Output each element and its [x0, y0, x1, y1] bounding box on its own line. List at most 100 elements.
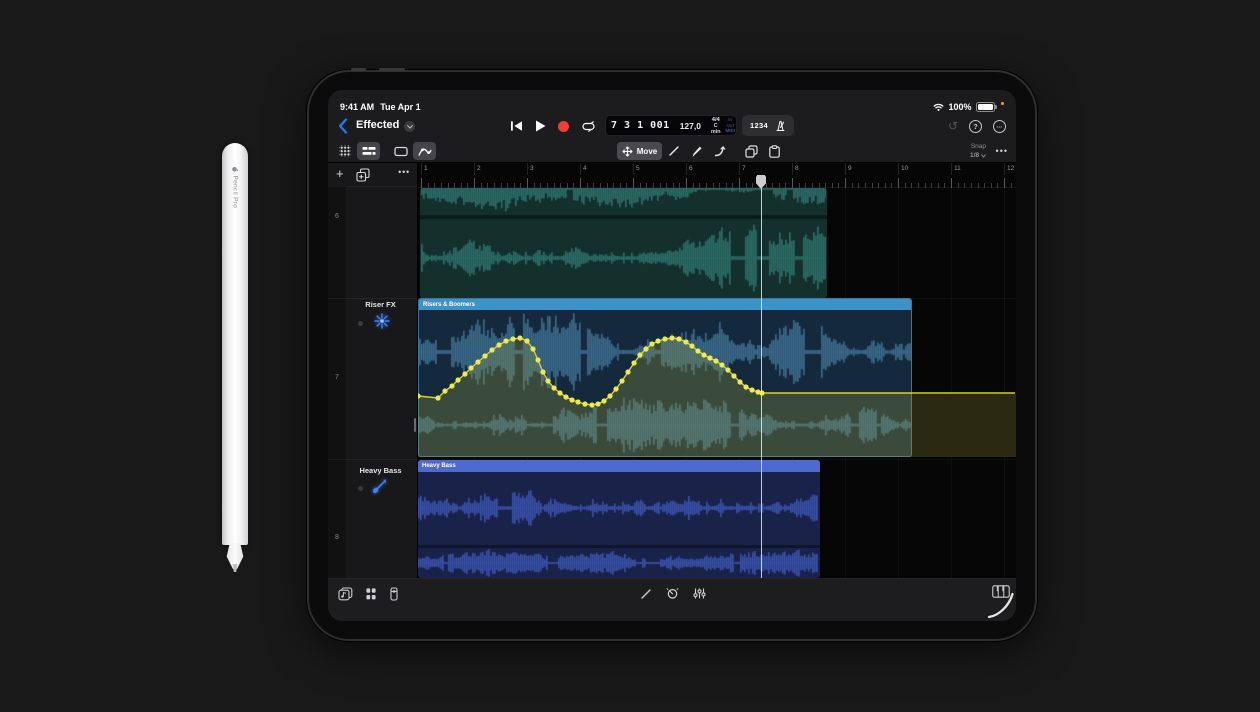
automation-point[interactable]: [530, 346, 535, 351]
automation-button[interactable]: [413, 142, 436, 160]
curve-tool-button[interactable]: [708, 142, 731, 160]
region-inspector-button[interactable]: [389, 142, 412, 160]
automation-point[interactable]: [462, 371, 467, 376]
snap-label: Snap: [970, 143, 986, 152]
record-enable-dot[interactable]: [358, 321, 363, 326]
edit-tool-button[interactable]: [640, 588, 652, 600]
snap-setting[interactable]: Snap 1/8: [970, 143, 986, 160]
automation-point[interactable]: [557, 390, 562, 395]
automation-point[interactable]: [449, 383, 454, 388]
automation-point[interactable]: [707, 355, 712, 360]
tracks-view-button[interactable]: [357, 142, 380, 160]
corner-swipe-indicator: [986, 590, 1016, 620]
automation-point[interactable]: [731, 373, 736, 378]
automation-point[interactable]: [607, 393, 612, 398]
automation-point[interactable]: [582, 401, 587, 406]
mixer-button[interactable]: [693, 587, 706, 600]
automation-point[interactable]: [569, 397, 574, 402]
automation-point[interactable]: [545, 378, 550, 383]
automation-point[interactable]: [643, 346, 648, 351]
automation-point[interactable]: [482, 353, 487, 358]
line-tool-button[interactable]: [662, 142, 685, 160]
automation-point[interactable]: [589, 402, 594, 407]
record-enable-dot[interactable]: [358, 486, 363, 491]
mic-indicator-dot: [1001, 102, 1005, 106]
help-button[interactable]: ?: [969, 120, 982, 133]
automation-point[interactable]: [475, 359, 480, 364]
loop-browser-button[interactable]: [338, 587, 353, 601]
automation-point[interactable]: [737, 379, 742, 384]
automation-point[interactable]: [719, 362, 724, 367]
automation-point[interactable]: [701, 352, 706, 357]
play-button[interactable]: [535, 120, 546, 132]
add-track-button[interactable]: +: [336, 166, 344, 181]
rewind-to-start-button[interactable]: [510, 120, 523, 132]
automation-point[interactable]: [725, 367, 730, 372]
automation-point[interactable]: [496, 342, 501, 347]
count-in-button[interactable]: 1234: [750, 121, 768, 130]
automation-point[interactable]: [749, 387, 754, 392]
pencil-body: Pencil Pro: [222, 143, 248, 545]
copy-button[interactable]: [740, 142, 763, 160]
automation-point[interactable]: [524, 338, 529, 343]
automation-point[interactable]: [575, 399, 580, 404]
plugins-button[interactable]: [365, 587, 377, 601]
automation-point[interactable]: [631, 360, 636, 365]
title-menu-button[interactable]: [404, 121, 415, 132]
automation-point[interactable]: [510, 336, 515, 341]
automation-point[interactable]: [468, 365, 473, 370]
automation-point[interactable]: [595, 401, 600, 406]
toolbar-more-button[interactable]: •••: [996, 146, 1008, 156]
automation-point[interactable]: [676, 336, 681, 341]
automation-point[interactable]: [637, 352, 642, 357]
channel-strip-button[interactable]: [389, 587, 399, 601]
paste-button[interactable]: [763, 142, 786, 160]
automation-point[interactable]: [535, 357, 540, 362]
automation-point[interactable]: [442, 388, 447, 393]
chevron-down-icon: [407, 125, 413, 129]
move-tool-label: Move: [637, 147, 657, 156]
automation-point[interactable]: [655, 338, 660, 343]
track-name-riser-fx[interactable]: Riser FX: [346, 300, 415, 309]
automation-curve-overlay[interactable]: [418, 163, 1016, 578]
automation-point[interactable]: [613, 386, 618, 391]
automation-point[interactable]: [689, 343, 694, 348]
lcd-display[interactable]: 7 3 1 001 127,0 4/4 C min In Out MIDI: [605, 115, 737, 136]
automation-point[interactable]: [517, 335, 522, 340]
automation-point[interactable]: [540, 369, 545, 374]
automation-point[interactable]: [503, 338, 508, 343]
automation-point[interactable]: [669, 335, 674, 340]
automation-point[interactable]: [551, 385, 556, 390]
pencil-tool-button[interactable]: [685, 142, 708, 160]
automation-point[interactable]: [649, 341, 654, 346]
lane-resize-handle[interactable]: [414, 418, 416, 432]
undo-button[interactable]: ↺: [948, 120, 958, 132]
browser-button[interactable]: [333, 142, 356, 160]
automation-point[interactable]: [619, 378, 624, 383]
automation-point[interactable]: [743, 384, 748, 389]
record-button[interactable]: [558, 121, 569, 132]
project-title[interactable]: Effected: [356, 119, 399, 131]
bass-guitar-icon[interactable]: [370, 478, 388, 496]
automation-point[interactable]: [713, 358, 718, 363]
track-name-heavy-bass[interactable]: Heavy Bass: [346, 466, 415, 475]
duplicate-track-button[interactable]: [356, 168, 370, 182]
automation-point[interactable]: [435, 395, 440, 400]
automation-point[interactable]: [662, 336, 667, 341]
knob-control-button[interactable]: [666, 587, 679, 600]
automation-point[interactable]: [563, 394, 568, 399]
move-tool-button[interactable]: Move: [617, 142, 662, 160]
automation-point[interactable]: [601, 398, 606, 403]
track-header-more-button[interactable]: •••: [398, 167, 410, 177]
starburst-icon[interactable]: [374, 313, 390, 329]
arrange-area[interactable]: Risers & Boomers Heavy Bass: [418, 163, 1016, 578]
automation-point[interactable]: [683, 339, 688, 344]
automation-point[interactable]: [625, 369, 630, 374]
back-button[interactable]: [338, 118, 352, 134]
automation-point[interactable]: [489, 347, 494, 352]
metronome-icon[interactable]: [775, 120, 786, 132]
more-options-button[interactable]: •••: [993, 120, 1006, 133]
automation-point[interactable]: [695, 348, 700, 353]
cycle-button[interactable]: [581, 121, 596, 132]
automation-point[interactable]: [455, 377, 460, 382]
